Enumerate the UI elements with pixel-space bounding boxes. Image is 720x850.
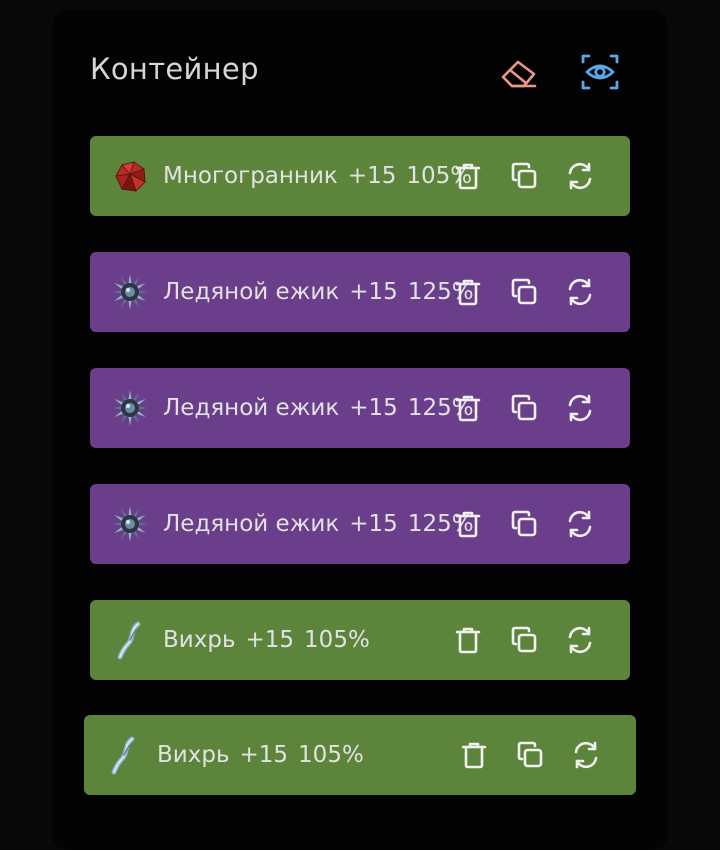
container-item[interactable]: Ледяной ежик +15 125% (90, 252, 630, 332)
item-name: Ледяной ежик (163, 395, 340, 421)
panel-title: Контейнер (90, 52, 259, 86)
item-name: Вихрь (163, 627, 236, 653)
whirlwind-icon (110, 620, 150, 660)
replace-button[interactable] (562, 506, 598, 542)
item-name: Ледяной ежик (163, 279, 340, 305)
eye-scan-icon (581, 54, 619, 90)
refresh-icon (571, 740, 601, 770)
container-item[interactable]: Ледяной ежик +15 125% (90, 368, 630, 448)
container-item[interactable]: Многогранник +15 105% (90, 136, 630, 216)
view-button[interactable] (578, 50, 622, 94)
trash-icon (453, 161, 483, 191)
duplicate-icon (509, 277, 539, 307)
ice-hedgehog-icon (110, 504, 150, 544)
duplicate-icon (509, 509, 539, 539)
duplicate-button[interactable] (506, 390, 542, 426)
replace-button[interactable] (562, 274, 598, 310)
clear-button[interactable] (498, 50, 542, 94)
replace-button[interactable] (568, 737, 604, 773)
trash-icon (453, 625, 483, 655)
delete-button[interactable] (450, 158, 486, 194)
ice-hedgehog-icon (110, 388, 150, 428)
item-percent: 105% (304, 627, 370, 653)
refresh-icon (565, 509, 595, 539)
replace-button[interactable] (562, 158, 598, 194)
refresh-icon (565, 393, 595, 423)
item-name: Многогранник (163, 163, 338, 189)
container-item[interactable]: Ледяной ежик +15 125% (90, 484, 630, 564)
refresh-icon (565, 277, 595, 307)
item-name: Вихрь (157, 742, 230, 768)
duplicate-button[interactable] (506, 158, 542, 194)
item-level: +15 (349, 279, 398, 305)
item-level: +15 (239, 742, 289, 768)
delete-button[interactable] (456, 737, 492, 773)
eraser-icon (501, 60, 537, 88)
container-item[interactable]: Вихрь +15 105% (84, 715, 636, 795)
duplicate-button[interactable] (506, 622, 542, 658)
trash-icon (459, 740, 489, 770)
item-level: +15 (347, 163, 397, 189)
delete-button[interactable] (450, 390, 486, 426)
polyhedron-icon (110, 156, 150, 196)
trash-icon (453, 277, 483, 307)
container-item[interactable]: Вихрь +15 105% (90, 600, 630, 680)
trash-icon (453, 393, 483, 423)
duplicate-icon (515, 740, 545, 770)
item-name: Ледяной ежик (163, 511, 340, 537)
duplicate-icon (509, 161, 539, 191)
whirlwind-icon (104, 735, 144, 775)
delete-button[interactable] (450, 622, 486, 658)
refresh-icon (565, 161, 595, 191)
item-level: +15 (245, 627, 295, 653)
delete-button[interactable] (450, 506, 486, 542)
trash-icon (453, 509, 483, 539)
duplicate-icon (509, 393, 539, 423)
replace-button[interactable] (562, 622, 598, 658)
duplicate-button[interactable] (512, 737, 548, 773)
replace-button[interactable] (562, 390, 598, 426)
item-level: +15 (349, 395, 398, 421)
duplicate-icon (509, 625, 539, 655)
duplicate-button[interactable] (506, 506, 542, 542)
duplicate-button[interactable] (506, 274, 542, 310)
ice-hedgehog-icon (110, 272, 150, 312)
delete-button[interactable] (450, 274, 486, 310)
refresh-icon (565, 625, 595, 655)
item-percent: 105% (298, 742, 364, 768)
item-level: +15 (349, 511, 398, 537)
